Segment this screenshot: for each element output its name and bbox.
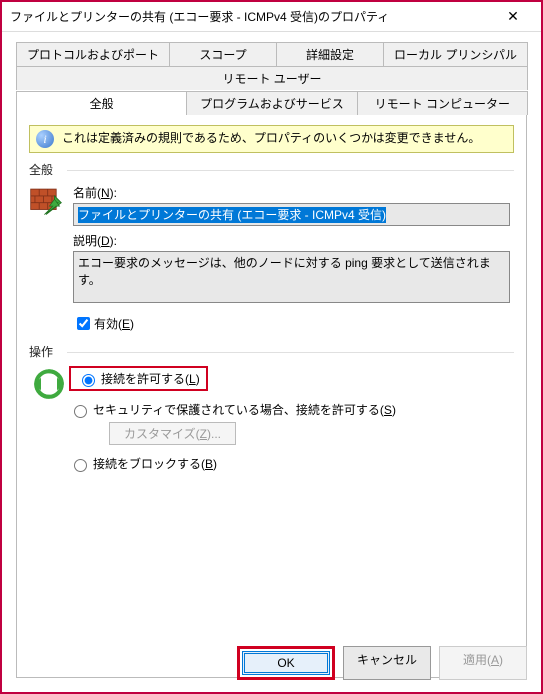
action-section-body: 接続を許可する(L) セキュリティで保護されている場合、接続を許可する(S) カ… (29, 366, 514, 482)
window-frame: ファイルとプリンターの共有 (エコー要求 - ICMPv4 受信)のプロパティ … (0, 0, 543, 694)
radio-block-row: 接続をブロックする(B) (69, 455, 514, 472)
tab-row-1: プロトコルおよびポート スコープ 詳細設定 ローカル プリンシパル リモート ユ… (16, 42, 527, 90)
titlebar: ファイルとプリンターの共有 (エコー要求 - ICMPv4 受信)のプロパティ … (2, 2, 541, 32)
enabled-checkbox[interactable] (77, 317, 90, 330)
tab-general[interactable]: 全般 (16, 91, 187, 115)
close-button[interactable]: ✕ (493, 8, 533, 25)
enabled-label: 有効(E) (94, 315, 134, 332)
tab-panel-general: i これは定義済みの規則であるため、プロパティのいくつかは変更できません。 全般 (16, 114, 527, 678)
tab-row-2: 全般 プログラムおよびサービス リモート コンピューター (16, 91, 527, 115)
cancel-button[interactable]: キャンセル (343, 646, 431, 680)
action-icon (29, 366, 69, 482)
firewall-icon (29, 184, 69, 333)
tab-protocol-port[interactable]: プロトコルおよびポート (16, 42, 170, 66)
tab-advanced[interactable]: 詳細設定 (276, 42, 384, 66)
radio-allow-secure[interactable] (74, 405, 87, 418)
section-header-action: 操作 (29, 343, 514, 360)
radio-block[interactable] (74, 459, 87, 472)
tab-remote-computer[interactable]: リモート コンピューター (357, 91, 528, 115)
name-input[interactable]: ファイルとプリンターの共有 (エコー要求 - ICMPv4 受信) (73, 203, 510, 226)
radio-block-label: 接続をブロックする(B) (93, 455, 217, 472)
enabled-row: 有効(E) (73, 314, 510, 333)
tab-remote-user[interactable]: リモート ユーザー (16, 66, 528, 90)
radio-allow-secure-row: セキュリティで保護されている場合、接続を許可する(S) (69, 401, 514, 418)
info-banner: i これは定義済みの規則であるため、プロパティのいくつかは変更できません。 (29, 125, 514, 153)
description-textarea[interactable]: エコー要求のメッセージは、他のノードに対する ping 要求として送信されます。 (73, 251, 510, 303)
name-label: 名前(N): (73, 184, 510, 201)
tabs: プロトコルおよびポート スコープ 詳細設定 ローカル プリンシパル リモート ユ… (16, 42, 527, 114)
ok-highlight: OK (237, 646, 335, 680)
tab-local-principal[interactable]: ローカル プリンシパル (383, 42, 528, 66)
radio-allow[interactable] (82, 374, 95, 387)
content-area: プロトコルおよびポート スコープ 詳細設定 ローカル プリンシパル リモート ユ… (2, 32, 541, 692)
general-fields: 名前(N): ファイルとプリンターの共有 (エコー要求 - ICMPv4 受信)… (69, 184, 514, 333)
dialog-button-row: OK キャンセル 適用(A) (237, 646, 527, 680)
tab-scope[interactable]: スコープ (169, 42, 277, 66)
radio-allow-secure-label: セキュリティで保護されている場合、接続を許可する(S) (93, 401, 396, 418)
info-banner-text: これは定義済みの規則であるため、プロパティのいくつかは変更できません。 (62, 130, 480, 148)
window-title: ファイルとプリンターの共有 (エコー要求 - ICMPv4 受信)のプロパティ (10, 8, 493, 25)
apply-button: 適用(A) (439, 646, 527, 680)
radio-allow-row: 接続を許可する(L) (69, 366, 514, 391)
section-header-general: 全般 (29, 161, 514, 178)
radio-allow-highlight: 接続を許可する(L) (69, 366, 208, 391)
tab-programs-services[interactable]: プログラムおよびサービス (186, 91, 357, 115)
info-icon: i (36, 130, 54, 148)
description-label: 説明(D): (73, 232, 510, 249)
ok-button[interactable]: OK (242, 651, 330, 675)
general-section-body: 名前(N): ファイルとプリンターの共有 (エコー要求 - ICMPv4 受信)… (29, 184, 514, 333)
customize-button: カスタマイズ(Z)... (109, 422, 236, 445)
radio-allow-label: 接続を許可する(L) (101, 370, 200, 387)
action-radios: 接続を許可する(L) セキュリティで保護されている場合、接続を許可する(S) カ… (69, 366, 514, 482)
